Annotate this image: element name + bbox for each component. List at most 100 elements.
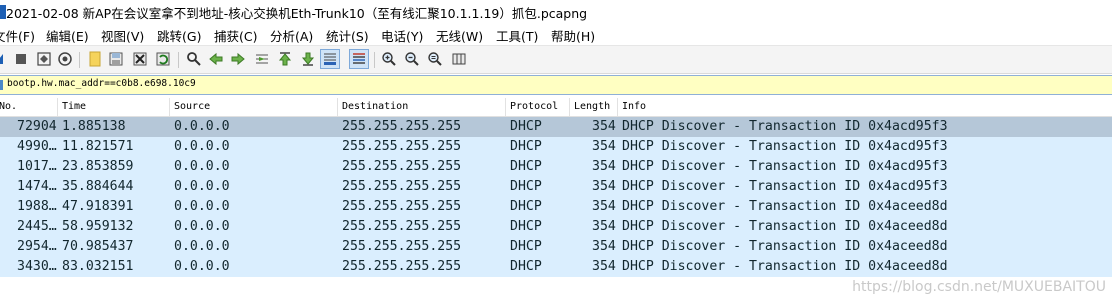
open-file-icon[interactable] xyxy=(86,50,104,68)
column-divider[interactable] xyxy=(169,98,170,116)
menu-capture[interactable]: 捕获(C) xyxy=(214,26,257,45)
menu-analyze[interactable]: 分析(A) xyxy=(270,26,313,45)
cell-time: 83.032151 xyxy=(62,259,134,274)
display-filter-input[interactable] xyxy=(7,78,607,89)
cell-length: 354 xyxy=(592,219,616,234)
column-divider[interactable] xyxy=(569,98,570,116)
menu-telephony[interactable]: 电话(Y) xyxy=(381,26,423,45)
cell-info: DHCP Discover - Transaction ID 0x4acd95f… xyxy=(622,119,948,134)
close-file-icon[interactable] xyxy=(131,50,149,68)
find-icon[interactable] xyxy=(185,50,203,68)
toolbar-separator xyxy=(178,52,179,68)
cell-protocol: DHCP xyxy=(510,139,542,154)
column-header-protocol[interactable]: Protocol xyxy=(510,101,558,112)
cell-source: 0.0.0.0 xyxy=(174,219,230,234)
cell-destination: 255.255.255.255 xyxy=(342,239,462,254)
shark-fin-icon[interactable] xyxy=(0,50,10,68)
cell-time: 11.821571 xyxy=(62,139,134,154)
cell-source: 0.0.0.0 xyxy=(174,239,230,254)
menu-wireless[interactable]: 无线(W) xyxy=(436,26,483,45)
column-divider[interactable] xyxy=(337,98,338,116)
cell-protocol: DHCP xyxy=(510,219,542,234)
cell-destination: 255.255.255.255 xyxy=(342,159,462,174)
column-header-info[interactable]: Info xyxy=(622,101,646,112)
zoom-in-icon[interactable] xyxy=(380,50,398,68)
zoom-normal-icon[interactable] xyxy=(426,50,444,68)
cell-source: 0.0.0.0 xyxy=(174,259,230,274)
cell-time: 58.959132 xyxy=(62,219,134,234)
cell-length: 354 xyxy=(592,199,616,214)
cell-length: 354 xyxy=(592,259,616,274)
packet-row[interactable]: 1988… 47.918391 0.0.0.0 255.255.255.255 … xyxy=(0,197,1112,217)
packet-list-header: No. Time Source Destination Protocol Len… xyxy=(0,98,1112,117)
goto-packet-icon[interactable] xyxy=(253,50,271,68)
menu-help[interactable]: 帮助(H) xyxy=(551,26,595,45)
cell-destination: 255.255.255.255 xyxy=(342,179,462,194)
cell-info: DHCP Discover - Transaction ID 0x4aceed8… xyxy=(622,259,948,274)
cell-protocol: DHCP xyxy=(510,159,542,174)
cell-no: 72904 xyxy=(17,119,57,134)
column-header-destination[interactable]: Destination xyxy=(342,101,408,112)
resize-columns-icon[interactable] xyxy=(450,50,468,68)
main-toolbar xyxy=(0,45,1112,74)
save-icon[interactable] xyxy=(107,50,125,68)
first-packet-icon[interactable] xyxy=(276,50,294,68)
packet-row[interactable]: 4990… 11.821571 0.0.0.0 255.255.255.255 … xyxy=(0,137,1112,157)
stop-icon[interactable] xyxy=(12,50,30,68)
cell-no: 2445… xyxy=(17,219,57,234)
column-divider[interactable] xyxy=(617,98,618,116)
packet-row[interactable]: 2445… 58.959132 0.0.0.0 255.255.255.255 … xyxy=(0,217,1112,237)
cell-source: 0.0.0.0 xyxy=(174,119,230,134)
cell-time: 1.885138 xyxy=(62,119,126,134)
column-divider[interactable] xyxy=(57,98,58,116)
cell-destination: 255.255.255.255 xyxy=(342,199,462,214)
cell-protocol: DHCP xyxy=(510,179,542,194)
cell-info: DHCP Discover - Transaction ID 0x4aceed8… xyxy=(622,199,948,214)
window-title: 2021-02-08 新AP在会议室拿不到地址-核心交换机Eth-Trunk10… xyxy=(6,6,588,21)
column-divider[interactable] xyxy=(505,98,506,116)
column-header-time[interactable]: Time xyxy=(62,101,86,112)
packet-row[interactable]: 72904 1.885138 0.0.0.0 255.255.255.255 D… xyxy=(0,117,1112,137)
forward-icon[interactable] xyxy=(229,50,247,68)
menu-edit[interactable]: 编辑(E) xyxy=(46,26,89,45)
options-gear-icon[interactable] xyxy=(56,50,74,68)
autoscroll-icon[interactable] xyxy=(320,49,340,69)
zoom-out-icon[interactable] xyxy=(403,50,421,68)
colorize-icon[interactable] xyxy=(349,49,369,69)
menu-tools[interactable]: 工具(T) xyxy=(496,26,538,45)
reload-icon[interactable] xyxy=(154,50,172,68)
cell-protocol: DHCP xyxy=(510,239,542,254)
menu-go[interactable]: 跳转(G) xyxy=(157,26,201,45)
packet-row[interactable]: 1017… 23.853859 0.0.0.0 255.255.255.255 … xyxy=(0,157,1112,177)
column-header-no[interactable]: No. xyxy=(0,101,17,112)
restart-icon[interactable] xyxy=(35,50,53,68)
cell-source: 0.0.0.0 xyxy=(174,159,230,174)
back-icon[interactable] xyxy=(207,50,225,68)
watermark: https://blog.csdn.net/MUXUEBAITOU xyxy=(852,279,1106,295)
cell-length: 354 xyxy=(592,119,616,134)
menu-statistics[interactable]: 统计(S) xyxy=(326,26,369,45)
column-header-length[interactable]: Length xyxy=(574,101,610,112)
packet-row[interactable]: 1474… 35.884644 0.0.0.0 255.255.255.255 … xyxy=(0,177,1112,197)
cell-no: 3430… xyxy=(17,259,57,274)
column-header-source[interactable]: Source xyxy=(174,101,210,112)
cell-time: 47.918391 xyxy=(62,199,134,214)
cell-info: DHCP Discover - Transaction ID 0x4acd95f… xyxy=(622,179,948,194)
cell-length: 354 xyxy=(592,239,616,254)
menu-file[interactable]: 文件(F) xyxy=(0,26,35,45)
packet-row[interactable]: 3430… 83.032151 0.0.0.0 255.255.255.255 … xyxy=(0,257,1112,277)
cell-info: DHCP Discover - Transaction ID 0x4aceed8… xyxy=(622,219,948,234)
menu-view[interactable]: 视图(V) xyxy=(101,26,144,45)
cell-destination: 255.255.255.255 xyxy=(342,139,462,154)
last-packet-icon[interactable] xyxy=(299,50,317,68)
cell-no: 4990… xyxy=(17,139,57,154)
bookmark-icon[interactable] xyxy=(0,80,3,90)
cell-length: 354 xyxy=(592,179,616,194)
toolbar-separator xyxy=(79,52,80,68)
cell-no: 1474… xyxy=(17,179,57,194)
cell-no: 2954… xyxy=(17,239,57,254)
cell-protocol: DHCP xyxy=(510,199,542,214)
cell-time: 35.884644 xyxy=(62,179,134,194)
packet-row[interactable]: 2954… 70.985437 0.0.0.0 255.255.255.255 … xyxy=(0,237,1112,257)
cell-destination: 255.255.255.255 xyxy=(342,259,462,274)
